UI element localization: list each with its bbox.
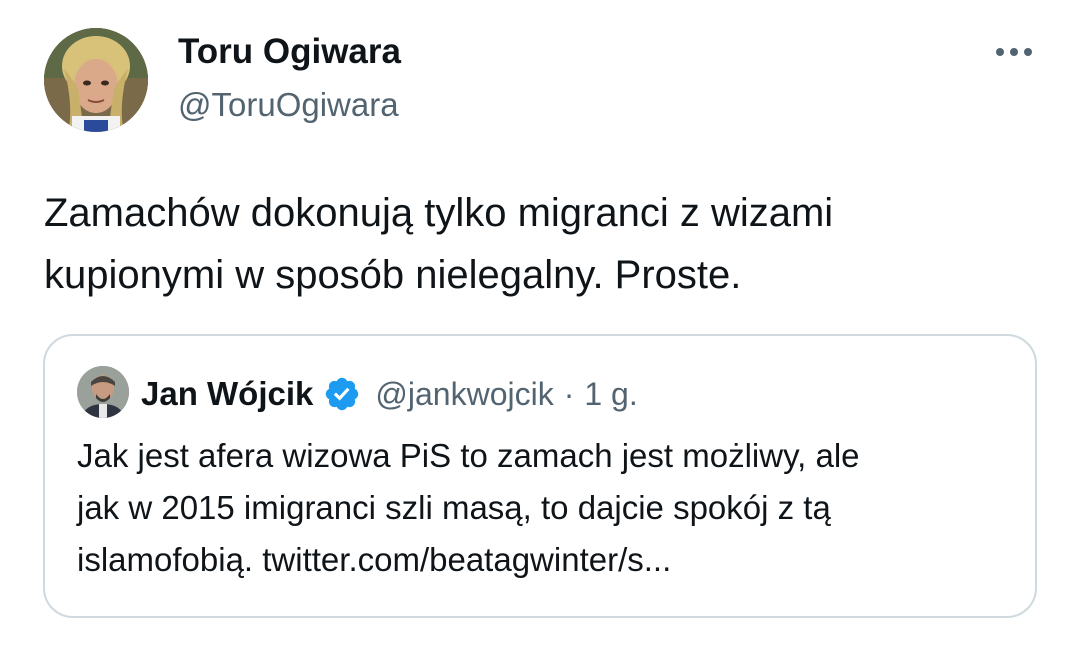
more-options-button[interactable] [990,34,1038,70]
tweet-text-line: Zamachów dokonują tylko migranci z wizam… [44,191,834,235]
separator-dot: · [563,375,575,412]
quoted-tweet-text: Jak jest afera wizowa PiS to zamach jest… [77,430,1021,586]
tweet-text-line: kupionymi w sposób nielegalny. Proste. [44,253,742,297]
author-avatar[interactable] [44,28,148,132]
more-horizontal-icon [996,48,1032,56]
quoted-header: Jan Wójcik @jankwojcik · 1 g. [141,370,638,418]
quoted-tweet[interactable]: Jan Wójcik @jankwojcik · 1 g. Jak jest a… [43,334,1037,618]
verified-badge-icon[interactable] [323,375,361,413]
quoted-author-avatar[interactable] [77,366,129,418]
tweet-text: Zamachów dokonują tylko migranci z wizam… [44,182,1034,306]
author-name[interactable]: Toru Ogiwara [178,30,401,74]
quoted-author-avatar-image [77,366,129,418]
quoted-text-line: islamofobią. twitter.com/beatagwinter/s.… [77,541,672,578]
quoted-author-name[interactable]: Jan Wójcik [141,375,313,413]
tweet: Toru Ogiwara @ToruOgiwara Zamachów dokon… [0,0,1080,649]
quoted-author-handle[interactable]: @jankwojcik [375,376,553,413]
quoted-text-line: jak w 2015 imigranci szli masą, to dajci… [77,489,831,526]
quoted-text-line: Jak jest afera wizowa PiS to zamach jest… [77,437,860,474]
author-handle[interactable]: @ToruOgiwara [178,84,399,126]
quoted-timestamp[interactable]: 1 g. [584,376,637,413]
author-avatar-image [44,28,148,132]
